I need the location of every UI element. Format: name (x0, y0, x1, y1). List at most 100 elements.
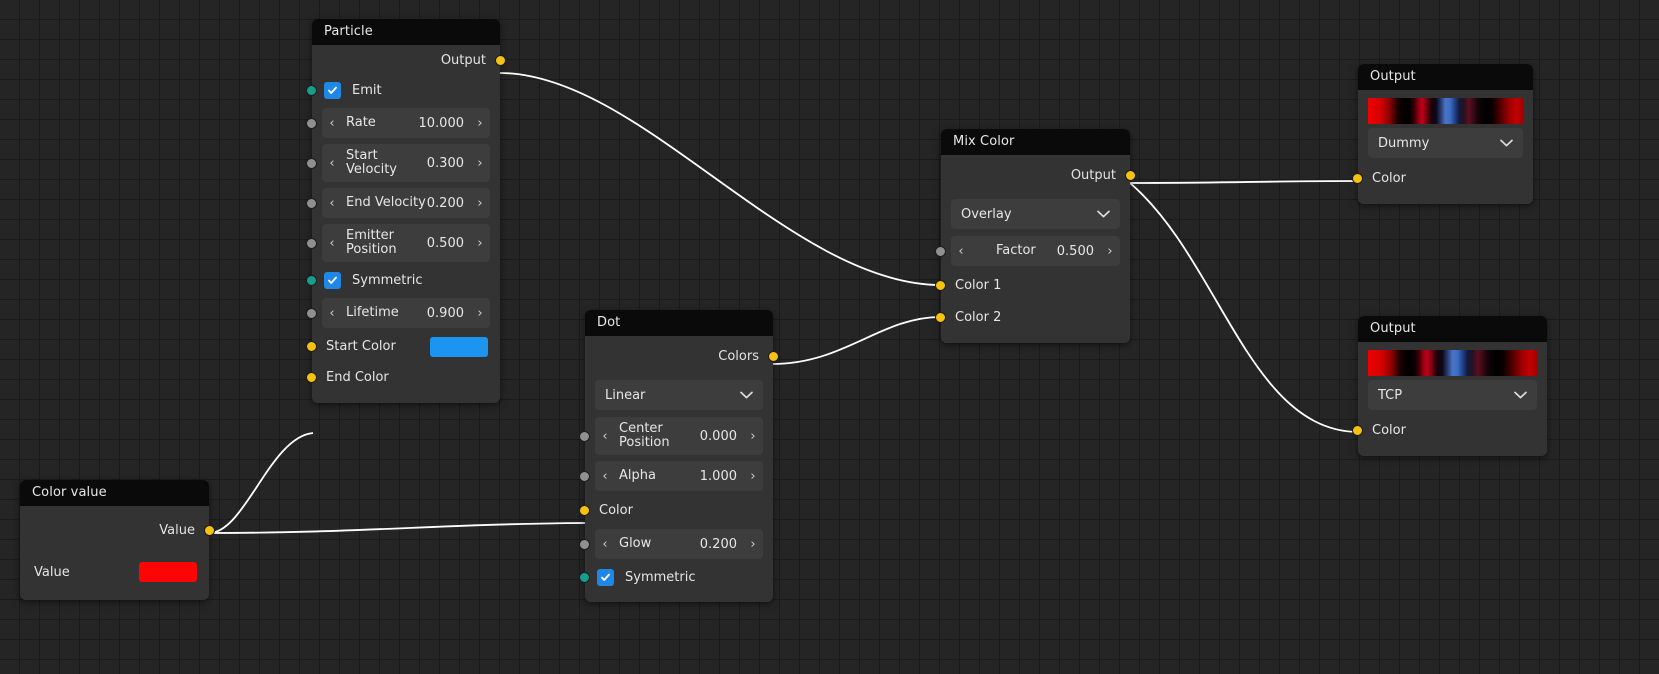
output-target-dropdown[interactable]: TCP (1368, 380, 1537, 410)
input-socket-glow[interactable] (579, 538, 590, 550)
node-dot[interactable]: Dot Colors Linear ‹ Center Position 0.00… (579, 310, 779, 602)
center-position-field[interactable]: ‹ Center Position 0.000 › (595, 417, 763, 455)
interpolation-dropdown[interactable]: Linear (595, 380, 763, 410)
input-socket-emitter-position[interactable] (306, 237, 317, 249)
output-socket-colors[interactable] (768, 350, 779, 362)
value-color-swatch[interactable] (139, 562, 197, 582)
row-rate[interactable]: ‹ Rate 10.000 › (306, 105, 500, 141)
increment-arrow-icon[interactable]: › (743, 537, 763, 552)
row-lifetime[interactable]: ‹ Lifetime 0.900 › (306, 295, 500, 331)
decrement-arrow-icon[interactable]: ‹ (322, 196, 342, 211)
input-socket-emit[interactable] (306, 84, 317, 96)
input-socket-color[interactable] (579, 504, 590, 516)
row-alpha[interactable]: ‹ Alpha 1.000 › (579, 458, 773, 494)
increment-arrow-icon[interactable]: › (1100, 244, 1120, 259)
decrement-arrow-icon[interactable]: ‹ (322, 306, 342, 321)
row-factor[interactable]: ‹ Factor 0.500 › (935, 233, 1130, 269)
increment-arrow-icon[interactable]: › (470, 236, 490, 251)
increment-arrow-icon[interactable]: › (743, 429, 763, 444)
input-socket-center-position[interactable] (579, 430, 590, 442)
factor-field[interactable]: ‹ Factor 0.500 › (951, 236, 1120, 266)
decrement-arrow-icon[interactable]: ‹ (951, 244, 971, 259)
chevron-down-icon[interactable] (1514, 388, 1527, 403)
input-socket-start-color[interactable] (306, 341, 317, 352)
emitter-position-field[interactable]: ‹ Emitter Position 0.500 › (322, 224, 490, 262)
row-value[interactable]: Value (20, 554, 209, 590)
row-color[interactable]: Color (579, 494, 773, 526)
input-socket-alpha[interactable] (579, 470, 590, 482)
row-color-1[interactable]: Color 1 (935, 269, 1130, 301)
node-editor-canvas[interactable]: Particle Output Emit ‹ Rate 10.000 › ‹ S… (0, 0, 1659, 674)
node-mix-color[interactable]: Mix Color Output Overlay ‹ Factor 0.500 … (935, 129, 1136, 343)
row-end-color[interactable]: End Color (306, 362, 500, 393)
start-color-label: Start Color (326, 339, 396, 354)
symmetric-checkbox[interactable] (597, 568, 614, 586)
input-socket-rate[interactable] (306, 117, 317, 129)
socket-row-colors[interactable]: Colors (585, 336, 779, 376)
lifetime-field[interactable]: ‹ Lifetime 0.900 › (322, 298, 490, 328)
decrement-arrow-icon[interactable]: ‹ (322, 236, 342, 251)
increment-arrow-icon[interactable]: › (470, 156, 490, 171)
row-emit[interactable]: Emit (306, 75, 500, 105)
socket-row-output[interactable]: Output (312, 45, 506, 75)
alpha-field[interactable]: ‹ Alpha 1.000 › (595, 461, 763, 491)
socket-row-value[interactable]: Value (20, 506, 215, 554)
emitter-position-value: 0.500 (426, 235, 464, 251)
decrement-arrow-icon[interactable]: ‹ (595, 469, 615, 484)
row-emitter-position[interactable]: ‹ Emitter Position 0.500 › (306, 221, 500, 265)
chevron-down-icon[interactable] (1500, 136, 1513, 151)
row-glow[interactable]: ‹ Glow 0.200 › (579, 526, 773, 562)
emit-checkbox[interactable] (324, 81, 341, 99)
alpha-label: Alpha (619, 468, 656, 484)
row-color-2[interactable]: Color 2 (935, 301, 1130, 333)
blend-mode-dropdown[interactable]: Overlay (951, 199, 1120, 229)
start-velocity-label: Start Velocity (346, 148, 397, 177)
row-center-position[interactable]: ‹ Center Position 0.000 › (579, 414, 773, 458)
row-start-velocity[interactable]: ‹ Start Velocity 0.300 › (306, 141, 500, 185)
input-socket-start-velocity[interactable] (306, 157, 317, 169)
decrement-arrow-icon[interactable]: ‹ (322, 156, 342, 171)
node-output-tcp[interactable]: Output TCP Color (1352, 316, 1547, 456)
start-color-swatch[interactable] (430, 336, 488, 357)
increment-arrow-icon[interactable]: › (470, 196, 490, 211)
increment-arrow-icon[interactable]: › (743, 469, 763, 484)
row-symmetric[interactable]: Symmetric (306, 265, 500, 295)
input-socket-end-velocity[interactable] (306, 197, 317, 209)
chevron-down-icon[interactable] (1097, 207, 1110, 222)
row-color[interactable]: Color (1352, 162, 1533, 194)
increment-arrow-icon[interactable]: › (470, 306, 490, 321)
input-socket-color[interactable] (1352, 424, 1363, 436)
output-socket-output[interactable] (495, 54, 506, 66)
input-socket-lifetime[interactable] (306, 307, 317, 319)
decrement-arrow-icon[interactable]: ‹ (595, 537, 615, 552)
glow-field[interactable]: ‹ Glow 0.200 › (595, 529, 763, 559)
row-color[interactable]: Color (1352, 414, 1547, 446)
row-symmetric[interactable]: Symmetric (579, 562, 773, 592)
input-socket-color-2[interactable] (935, 311, 946, 323)
output-socket-output[interactable] (1125, 169, 1136, 181)
input-socket-color-1[interactable] (935, 279, 946, 291)
output-socket-value[interactable] (204, 524, 215, 536)
row-end-velocity[interactable]: ‹ End Velocity 0.200 › (306, 185, 500, 221)
start-velocity-field[interactable]: ‹ Start Velocity 0.300 › (322, 144, 490, 182)
input-socket-symmetric[interactable] (306, 274, 317, 286)
output-label: Output (1070, 167, 1116, 183)
end-velocity-field[interactable]: ‹ End Velocity 0.200 › (322, 188, 490, 218)
node-color-value[interactable]: Color value Value Value (20, 480, 215, 600)
decrement-arrow-icon[interactable]: ‹ (322, 116, 342, 131)
output-target-dropdown[interactable]: Dummy (1368, 128, 1523, 158)
node-mix-color-title: Mix Color (941, 129, 1130, 155)
symmetric-checkbox[interactable] (324, 271, 341, 289)
rate-field[interactable]: ‹ Rate 10.000 › (322, 108, 490, 138)
increment-arrow-icon[interactable]: › (470, 116, 490, 131)
node-particle[interactable]: Particle Output Emit ‹ Rate 10.000 › ‹ S… (306, 19, 506, 403)
row-start-color[interactable]: Start Color (306, 331, 500, 362)
input-socket-factor[interactable] (935, 245, 946, 257)
input-socket-symmetric[interactable] (579, 571, 590, 583)
chevron-down-icon[interactable] (740, 388, 753, 403)
socket-row-output[interactable]: Output (941, 155, 1136, 195)
node-output-dummy[interactable]: Output Dummy Color (1352, 64, 1533, 204)
input-socket-end-color[interactable] (306, 372, 317, 383)
input-socket-color[interactable] (1352, 172, 1363, 184)
decrement-arrow-icon[interactable]: ‹ (595, 429, 615, 444)
